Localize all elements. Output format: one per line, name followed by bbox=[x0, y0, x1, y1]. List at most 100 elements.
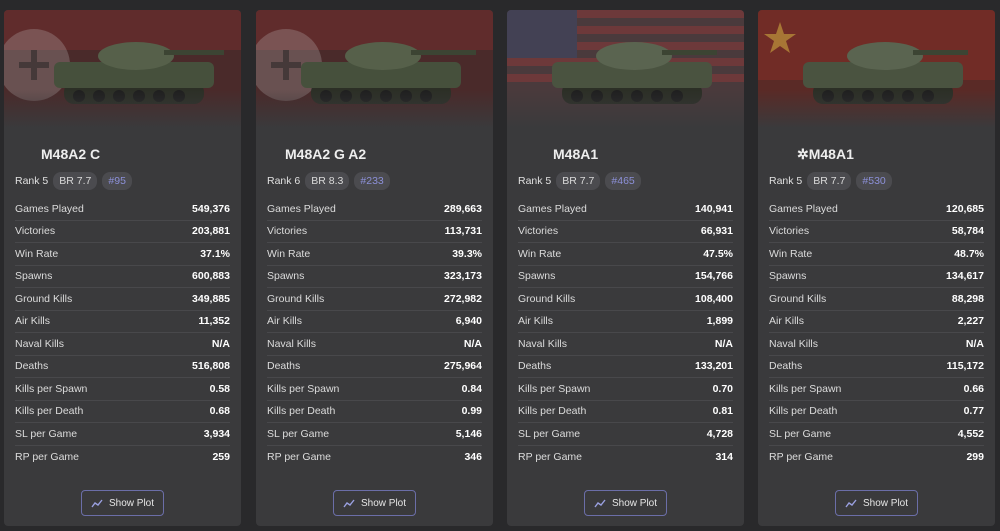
rank-label: Rank 5 bbox=[518, 175, 552, 187]
stat-row: Naval Kills N/A bbox=[267, 333, 482, 356]
show-plot-button[interactable]: Show Plot bbox=[835, 490, 918, 516]
stat-label: Games Played bbox=[267, 202, 336, 215]
stat-label: Victories bbox=[15, 225, 56, 238]
stat-row: SL per Game 4,552 bbox=[769, 423, 984, 446]
vehicle-meta: Rank 5 BR 7.7 #95 bbox=[15, 172, 132, 190]
show-plot-button[interactable]: Show Plot bbox=[333, 490, 416, 516]
stat-label: Air Kills bbox=[267, 315, 303, 328]
vehicle-cards: M48A2 C Rank 5 BR 7.7 #95 Games Played 54… bbox=[0, 0, 1000, 531]
stat-value: 203,881 bbox=[192, 225, 230, 238]
stat-value: N/A bbox=[965, 337, 984, 350]
stat-value: 47.5% bbox=[703, 247, 733, 260]
stat-row: SL per Game 4,728 bbox=[518, 423, 733, 446]
stat-value: 0.84 bbox=[461, 382, 482, 395]
stat-value: N/A bbox=[463, 337, 482, 350]
stats-table: Games Played 549,376 Victories 203,881 Win… bbox=[15, 198, 230, 468]
stat-row: Kills per Death 0.81 bbox=[518, 401, 733, 423]
stat-value: 5,146 bbox=[455, 427, 482, 440]
stat-label: Ground Kills bbox=[267, 292, 325, 305]
stat-value: 115,172 bbox=[946, 360, 984, 373]
stat-row: Deaths 516,808 bbox=[15, 356, 230, 378]
vehicle-meta: Rank 6 BR 8.3 #233 bbox=[267, 172, 390, 190]
stat-row: SL per Game 3,934 bbox=[15, 423, 230, 446]
stat-row: Air Kills 2,227 bbox=[769, 311, 984, 333]
stat-value: 349,885 bbox=[192, 292, 230, 305]
stat-row: Games Played 120,685 bbox=[769, 198, 984, 221]
index-badge: #95 bbox=[102, 172, 132, 190]
vehicle-image bbox=[758, 10, 995, 128]
vehicle-card: ✲M48A1 Rank 5 BR 7.7 #530 Games Played 12… bbox=[758, 10, 995, 526]
stat-row: Naval Kills N/A bbox=[15, 333, 230, 356]
stat-value: 11,352 bbox=[198, 315, 230, 328]
stat-row: Victories 113,731 bbox=[267, 221, 482, 243]
line-chart-icon bbox=[845, 499, 857, 508]
stat-label: Victories bbox=[518, 225, 559, 238]
stat-value: 37.1% bbox=[200, 247, 230, 260]
stat-row: Spawns 600,883 bbox=[15, 266, 230, 288]
stat-label: Spawns bbox=[769, 270, 807, 283]
rank-label: Rank 5 bbox=[769, 175, 803, 187]
vehicle-card: M48A1 Rank 5 BR 7.7 #465 Games Played 140… bbox=[507, 10, 744, 526]
stat-row: Deaths 133,201 bbox=[518, 356, 733, 378]
stat-value: 154,766 bbox=[695, 270, 733, 283]
stat-value: 108,400 bbox=[695, 292, 733, 305]
stat-value: 0.68 bbox=[209, 405, 230, 418]
stat-row: Spawns 134,617 bbox=[769, 266, 984, 288]
stat-row: Kills per Spawn 0.66 bbox=[769, 378, 984, 401]
stat-value: 48.7% bbox=[954, 247, 984, 260]
china-flag-image bbox=[758, 10, 995, 128]
stat-label: Ground Kills bbox=[518, 292, 576, 305]
stat-label: Spawns bbox=[267, 270, 305, 283]
usa-flag-image bbox=[507, 10, 744, 128]
nation-mark-icon: ✲ bbox=[797, 146, 809, 162]
germany-flag-image bbox=[4, 10, 241, 128]
stat-label: Kills per Death bbox=[769, 405, 838, 418]
show-plot-button[interactable]: Show Plot bbox=[584, 490, 667, 516]
stat-value: 113,731 bbox=[444, 225, 482, 238]
line-chart-icon bbox=[91, 499, 103, 508]
stat-row: Naval Kills N/A bbox=[769, 333, 984, 356]
stat-label: Win Rate bbox=[769, 247, 813, 260]
stat-label: Deaths bbox=[15, 360, 49, 373]
stat-row: Games Played 549,376 bbox=[15, 198, 230, 221]
stat-label: Kills per Death bbox=[15, 405, 84, 418]
stat-row: Kills per Death 0.99 bbox=[267, 401, 482, 423]
stat-label: SL per Game bbox=[267, 427, 330, 440]
stat-label: Win Rate bbox=[518, 247, 562, 260]
stat-label: Deaths bbox=[267, 360, 301, 373]
stat-value: N/A bbox=[714, 337, 733, 350]
stat-row: Air Kills 11,352 bbox=[15, 311, 230, 333]
stat-row: Ground Kills 272,982 bbox=[267, 288, 482, 311]
stat-row: RP per Game 299 bbox=[769, 446, 984, 469]
stat-row: Air Kills 1,899 bbox=[518, 311, 733, 333]
stat-value: 88,298 bbox=[951, 292, 984, 305]
show-plot-label: Show Plot bbox=[360, 497, 407, 509]
vehicle-name: M48A1 bbox=[553, 146, 599, 162]
stat-label: Deaths bbox=[518, 360, 552, 373]
show-plot-button[interactable]: Show Plot bbox=[81, 490, 164, 516]
line-chart-icon bbox=[594, 499, 606, 508]
index-badge: #530 bbox=[856, 172, 892, 190]
stat-value: 134,617 bbox=[946, 270, 984, 283]
stat-value: 133,201 bbox=[695, 360, 733, 373]
vehicle-name-text: M48A1 bbox=[808, 146, 854, 162]
stat-row: SL per Game 5,146 bbox=[267, 423, 482, 446]
stat-row: Deaths 115,172 bbox=[769, 356, 984, 378]
stat-value: 0.99 bbox=[461, 405, 482, 418]
stat-value: 0.70 bbox=[712, 382, 733, 395]
line-chart-icon bbox=[343, 499, 355, 508]
show-plot-label: Show Plot bbox=[611, 497, 658, 509]
stat-label: Kills per Spawn bbox=[267, 382, 340, 395]
stat-value: 323,173 bbox=[444, 270, 482, 283]
stat-label: Naval Kills bbox=[15, 337, 65, 350]
stat-label: Deaths bbox=[769, 360, 803, 373]
stat-label: SL per Game bbox=[518, 427, 581, 440]
vehicle-meta: Rank 5 BR 7.7 #465 bbox=[518, 172, 641, 190]
stat-value: 140,941 bbox=[695, 202, 733, 215]
stat-value: 6,940 bbox=[455, 315, 482, 328]
stat-label: Ground Kills bbox=[15, 292, 73, 305]
stat-row: Spawns 154,766 bbox=[518, 266, 733, 288]
stat-value: 0.77 bbox=[963, 405, 984, 418]
vehicle-image bbox=[4, 10, 241, 128]
stat-label: Win Rate bbox=[15, 247, 59, 260]
